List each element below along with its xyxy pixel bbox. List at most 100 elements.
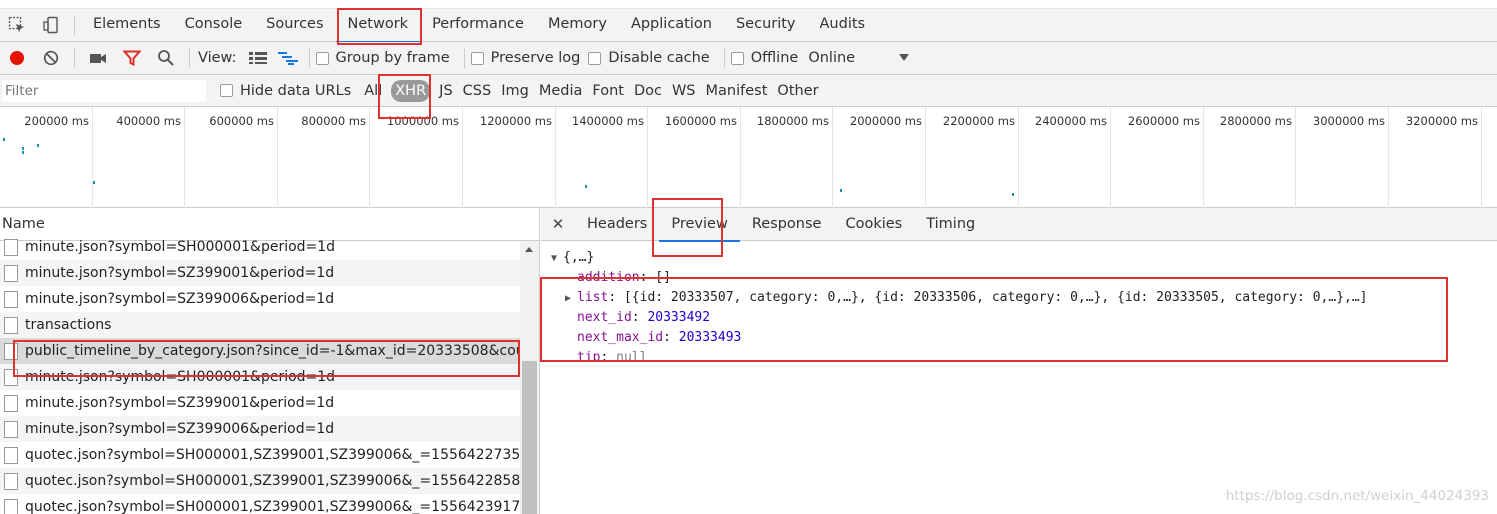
filter-type-media[interactable]: Media — [534, 80, 588, 102]
json-key: tip — [577, 350, 601, 360]
filter-type-css[interactable]: CSS — [458, 80, 497, 102]
checkbox-box[interactable] — [315, 51, 329, 65]
timeline-overview[interactable]: 200000 ms 400000 ms 600000 ms 800000 ms 1000… — [0, 107, 1497, 208]
request-row[interactable]: minute.json?symbol=SZ399001&period=1d — [0, 390, 520, 416]
overview-gridline — [832, 107, 833, 208]
json-list[interactable]: ▶ list: [{id: 20333507, category: 0,…}, {… — [551, 288, 1368, 308]
tab-timing[interactable]: Timing — [914, 208, 987, 241]
filter-type-font[interactable]: Font — [587, 80, 629, 102]
filter-type-img[interactable]: Img — [496, 80, 534, 102]
request-name: quotec.json?symbol=SH000001,SZ399001,SZ3… — [25, 473, 520, 489]
view-label: View: — [198, 50, 237, 66]
tab-performance[interactable]: Performance — [420, 8, 536, 42]
filter-type-xhr[interactable]: XHR — [391, 79, 431, 102]
filter-icon[interactable] — [115, 42, 149, 74]
request-row[interactable]: quotec.json?symbol=SH000001,SZ399001,SZ3… — [0, 468, 520, 494]
separator — [723, 48, 725, 68]
overview-gridline — [925, 107, 926, 208]
request-activity-mark — [37, 144, 39, 147]
hide-data-urls-checkbox[interactable]: Hide data URLs — [220, 83, 351, 99]
chevron-down-icon[interactable] — [899, 50, 910, 66]
separator — [189, 48, 190, 68]
request-row[interactable]: minute.json?symbol=SH000001&period=1d — [0, 364, 520, 390]
group-by-frame-checkbox[interactable]: Group by frame — [315, 50, 450, 66]
checkbox-box[interactable] — [730, 51, 744, 65]
filter-input[interactable] — [2, 79, 206, 102]
device-toolbar-icon[interactable] — [34, 9, 68, 41]
json-addition: addition: [] — [577, 270, 671, 285]
separator — [74, 48, 75, 68]
checkbox-box[interactable] — [470, 51, 484, 65]
overview-tick-label: 1200000 ms — [479, 114, 552, 128]
tab-response[interactable]: Response — [740, 208, 834, 241]
json-root[interactable]: ▼ {,…} — [551, 248, 1368, 268]
overview-gridline — [1388, 107, 1389, 208]
json-next-max-id: next_max_id: 20333493 — [577, 330, 742, 345]
request-name: transactions — [25, 317, 112, 333]
request-name: minute.json?symbol=SZ399006&period=1d — [25, 421, 335, 437]
overview-tick-label: 1000000 ms — [386, 114, 459, 128]
tab-elements[interactable]: Elements — [81, 8, 173, 42]
triangle-down-icon[interactable]: ▼ — [551, 249, 563, 269]
scroll-thumb[interactable] — [522, 361, 537, 514]
preserve-log-label: Preserve log — [490, 50, 581, 66]
tab-headers[interactable]: Headers — [575, 208, 659, 241]
tab-security[interactable]: Security — [724, 8, 808, 42]
request-row[interactable]: minute.json?symbol=SZ399006&period=1d — [0, 286, 520, 312]
request-row[interactable]: public_timeline_by_category.json?since_i… — [0, 338, 520, 364]
request-detail-pane: ✕ Headers Preview Response Cookies Timin… — [541, 208, 1497, 514]
overview-gridline — [740, 107, 741, 208]
request-row[interactable]: quotec.json?symbol=SH000001,SZ399001,SZ3… — [0, 442, 520, 468]
inspect-element-icon[interactable] — [0, 9, 34, 41]
close-icon[interactable]: ✕ — [541, 215, 575, 233]
offline-checkbox[interactable]: Offline — [730, 50, 798, 66]
request-row[interactable]: quotec.json?symbol=SH000001,SZ399001,SZ3… — [0, 494, 520, 514]
tab-audits[interactable]: Audits — [808, 8, 878, 42]
request-row[interactable]: transactions — [0, 312, 520, 338]
disable-cache-label: Disable cache — [608, 50, 710, 66]
request-name: minute.json?symbol=SH000001&period=1d — [25, 369, 336, 385]
filter-type-other[interactable]: Other — [772, 80, 823, 102]
clear-icon[interactable] — [34, 42, 68, 74]
tab-memory[interactable]: Memory — [536, 8, 619, 42]
file-icon — [4, 238, 18, 256]
scroll-up-icon[interactable] — [525, 247, 533, 252]
json-value: [{id: 20333507, category: 0,…}, {id: 203… — [623, 290, 1368, 305]
filter-type-all[interactable]: All — [359, 80, 387, 102]
request-row[interactable]: minute.json?symbol=SZ399006&period=1d — [0, 416, 520, 442]
request-activity-mark — [93, 181, 95, 184]
json-root-text: {,…} — [563, 250, 595, 265]
tab-sources[interactable]: Sources — [254, 8, 335, 42]
filter-type-manifest[interactable]: Manifest — [701, 80, 773, 102]
filter-type-doc[interactable]: Doc — [629, 80, 667, 102]
requests-scrollbar[interactable] — [520, 241, 539, 514]
file-icon — [4, 290, 18, 308]
tab-network[interactable]: Network — [335, 8, 421, 43]
tab-preview[interactable]: Preview — [659, 208, 741, 242]
tab-cookies[interactable]: Cookies — [833, 208, 914, 241]
filter-type-ws[interactable]: WS — [667, 80, 701, 102]
throttling-select[interactable]: Online — [808, 50, 910, 66]
tab-console[interactable]: Console — [173, 8, 255, 42]
filter-type-js[interactable]: JS — [434, 80, 457, 102]
checkbox-box[interactable] — [220, 84, 233, 97]
record-icon[interactable] — [0, 42, 34, 74]
json-next-id: next_id: 20333492 — [577, 310, 711, 325]
watermark: https://blog.csdn.net/weixin_44024393 — [1225, 488, 1489, 504]
overview-gridline — [1110, 107, 1111, 208]
overview-tick-label: 200000 ms — [24, 114, 89, 128]
tab-application[interactable]: Application — [619, 8, 724, 42]
file-icon — [4, 264, 18, 282]
waterfall-overview-icon[interactable] — [273, 42, 303, 74]
request-row[interactable]: minute.json?symbol=SZ399001&period=1d — [0, 260, 520, 286]
camera-icon[interactable] — [81, 42, 115, 74]
triangle-right-icon[interactable]: ▶ — [565, 289, 577, 309]
overview-gridline — [369, 107, 370, 208]
large-rows-icon[interactable] — [243, 42, 273, 74]
preserve-log-checkbox[interactable]: Preserve log — [470, 50, 581, 66]
request-row[interactable]: minute.json?symbol=SH000001&period=1d — [0, 234, 520, 260]
checkbox-box[interactable] — [588, 51, 602, 65]
json-tip: tip: null — [551, 348, 1368, 360]
disable-cache-checkbox[interactable]: Disable cache — [588, 50, 710, 66]
search-icon[interactable] — [149, 42, 183, 74]
